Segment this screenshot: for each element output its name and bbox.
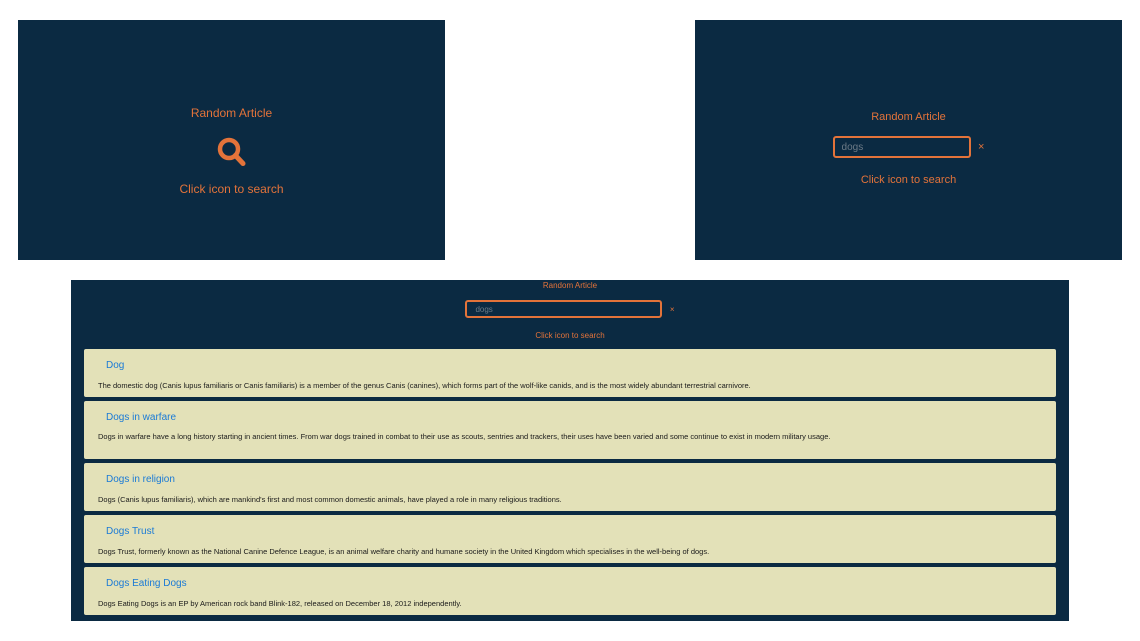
initial-state-panel: Random Article Click icon to search — [18, 20, 445, 260]
search-hint-row: Click icon to search — [71, 331, 1069, 340]
result-snippet: Dogs Trust, formerly known as the Nation… — [98, 547, 710, 556]
search-input[interactable] — [465, 300, 663, 318]
search-input-row: × — [695, 136, 1122, 158]
search-icon[interactable] — [212, 135, 252, 169]
search-hint-row: Click icon to search — [695, 174, 1122, 186]
input-state-panel: Random Article × Click icon to search — [695, 20, 1122, 260]
search-hint: Click icon to search — [860, 174, 957, 186]
result-card-dogs-trust[interactable]: Dogs Trust Dogs Trust, formerly known as… — [84, 515, 1056, 563]
search-input-row: × — [71, 300, 1069, 318]
result-title[interactable]: Dogs in warfare — [106, 412, 176, 423]
result-snippet: Dogs in warfare have a long history star… — [98, 432, 831, 441]
result-card-dogs-in-religion[interactable]: Dogs in religion Dogs (Canis lupus famil… — [84, 463, 1056, 511]
clear-search-button[interactable]: × — [670, 305, 675, 314]
result-snippet: Dogs (Canis lupus familiaris), which are… — [98, 495, 562, 504]
random-article-row: Random Article — [695, 111, 1122, 123]
search-hint: Click icon to search — [179, 182, 284, 196]
result-title[interactable]: Dogs in religion — [106, 474, 175, 485]
results-state-panel: Random Article × Click icon to search Do… — [71, 280, 1069, 621]
result-card-dogs-eating-dogs[interactable]: Dogs Eating Dogs Dogs Eating Dogs is an … — [84, 567, 1056, 615]
random-article-link[interactable]: Random Article — [871, 111, 946, 123]
search-input[interactable] — [832, 136, 971, 158]
search-icon-row — [18, 135, 445, 169]
random-article-link[interactable]: Random Article — [543, 281, 597, 290]
clear-search-button[interactable]: × — [978, 141, 984, 153]
random-article-link[interactable]: Random Article — [191, 106, 272, 120]
search-hint: Click icon to search — [535, 331, 605, 340]
random-article-row: Random Article — [71, 281, 1069, 290]
result-title[interactable]: Dogs Eating Dogs — [106, 578, 187, 589]
random-article-row: Random Article — [18, 104, 445, 122]
result-snippet: The domestic dog (Canis lupus familiaris… — [98, 381, 751, 390]
result-card-dog[interactable]: Dog The domestic dog (Canis lupus famili… — [84, 349, 1056, 397]
result-card-dogs-in-warfare[interactable]: Dogs in warfare Dogs in warfare have a l… — [84, 401, 1056, 459]
search-results-list: Dog The domestic dog (Canis lupus famili… — [84, 349, 1056, 619]
result-snippet: Dogs Eating Dogs is an EP by American ro… — [98, 599, 462, 608]
result-title[interactable]: Dog — [106, 360, 124, 371]
result-title[interactable]: Dogs Trust — [106, 526, 154, 537]
search-hint-row: Click icon to search — [18, 180, 445, 198]
